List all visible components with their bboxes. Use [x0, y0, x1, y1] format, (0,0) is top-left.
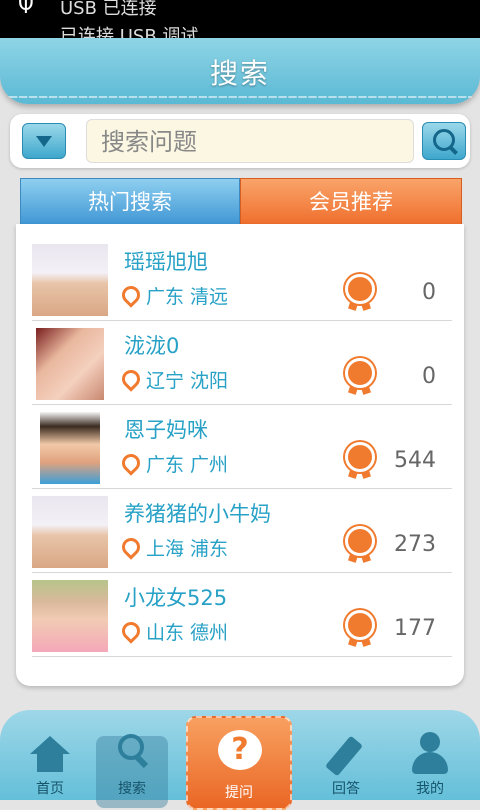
medal-icon — [345, 358, 375, 398]
member-location: 广东 广州 — [118, 450, 228, 477]
nav-ask-label: 提问 — [225, 785, 253, 801]
status-line-2: 已连接 USB 调试 — [60, 26, 199, 38]
home-icon — [30, 730, 70, 774]
member-name: 养猪猪的小牛妈 — [124, 502, 271, 526]
pencil-icon — [325, 730, 366, 777]
member-score: 177 — [394, 616, 436, 641]
member-list: 瑶瑶旭旭 广东 清远 0 泷泷0 辽宁 沈阳 0 恩子妈咪 广东 广州 544 … — [16, 224, 464, 686]
nav-search-label: 搜索 — [118, 781, 146, 797]
medal-icon — [345, 610, 375, 650]
category-dropdown-button[interactable] — [22, 123, 66, 159]
member-score: 544 — [394, 448, 436, 473]
nav-home[interactable]: 首页 — [18, 710, 82, 800]
member-name: 小龙女525 — [124, 586, 228, 610]
nav-answer-label: 回答 — [332, 781, 360, 797]
nav-answer[interactable]: 回答 — [314, 710, 378, 800]
member-name: 泷泷0 — [124, 334, 180, 358]
avatar — [40, 412, 100, 484]
location-pin-icon — [118, 534, 144, 560]
location-pin-icon — [118, 282, 144, 308]
member-score: 0 — [422, 364, 436, 389]
bottom-nav: 首页 搜索 ? 提问 回答 我的 — [0, 710, 480, 810]
member-location: 辽宁 沈阳 — [118, 366, 228, 393]
list-item[interactable]: 养猪猪的小牛妈 上海 浦东 273 — [32, 488, 452, 573]
medal-icon — [345, 274, 375, 314]
list-item[interactable]: 恩子妈咪 广东 广州 544 — [32, 404, 452, 489]
member-score: 0 — [422, 280, 436, 305]
nav-home-label: 首页 — [36, 781, 64, 797]
status-line-1: USB 已连接 — [60, 0, 157, 19]
avatar — [32, 580, 108, 652]
location-pin-icon — [118, 618, 144, 644]
avatar — [32, 244, 108, 316]
triangle-down-icon — [36, 136, 52, 147]
header-stitch — [8, 96, 472, 98]
tab-hot-search[interactable]: 热门搜索 — [20, 178, 240, 226]
user-icon — [410, 730, 450, 774]
tab-member-recommend[interactable]: 会员推荐 — [240, 178, 462, 239]
member-name: 恩子妈咪 — [124, 418, 208, 442]
usb-icon: Ψ — [18, 0, 34, 18]
header: 搜索 — [0, 38, 480, 104]
medal-icon — [345, 526, 375, 566]
location-pin-icon — [118, 366, 144, 392]
question-bubble-icon: ? — [218, 730, 262, 770]
search-bar: 搜索问题 — [10, 114, 470, 168]
list-item[interactable]: 瑶瑶旭旭 广东 清远 0 — [32, 236, 452, 321]
nav-mine[interactable]: 我的 — [398, 710, 462, 800]
ask-question-button[interactable]: ? 提问 — [186, 716, 292, 810]
status-bar: Ψ USB 已连接 已连接 USB 调试 — [0, 0, 480, 38]
avatar — [36, 328, 104, 400]
search-button[interactable] — [422, 122, 466, 160]
nav-search[interactable]: 搜索 — [100, 710, 164, 800]
member-location: 广东 清远 — [118, 282, 228, 309]
member-location: 山东 德州 — [118, 618, 228, 645]
location-pin-icon — [118, 450, 144, 476]
member-score: 273 — [394, 532, 436, 557]
avatar — [32, 496, 108, 568]
list-item[interactable]: 泷泷0 辽宁 沈阳 0 — [32, 320, 452, 405]
list-item[interactable]: 小龙女525 山东 德州 177 — [32, 572, 452, 657]
page-title: 搜索 — [209, 57, 270, 90]
search-icon — [112, 730, 152, 774]
tab-member-recommend-label: 会员推荐 — [309, 190, 393, 214]
member-name: 瑶瑶旭旭 — [124, 250, 208, 274]
nav-mine-label: 我的 — [416, 781, 444, 797]
search-input[interactable]: 搜索问题 — [86, 119, 414, 163]
medal-icon — [345, 442, 375, 482]
member-location: 上海 浦东 — [118, 534, 228, 561]
